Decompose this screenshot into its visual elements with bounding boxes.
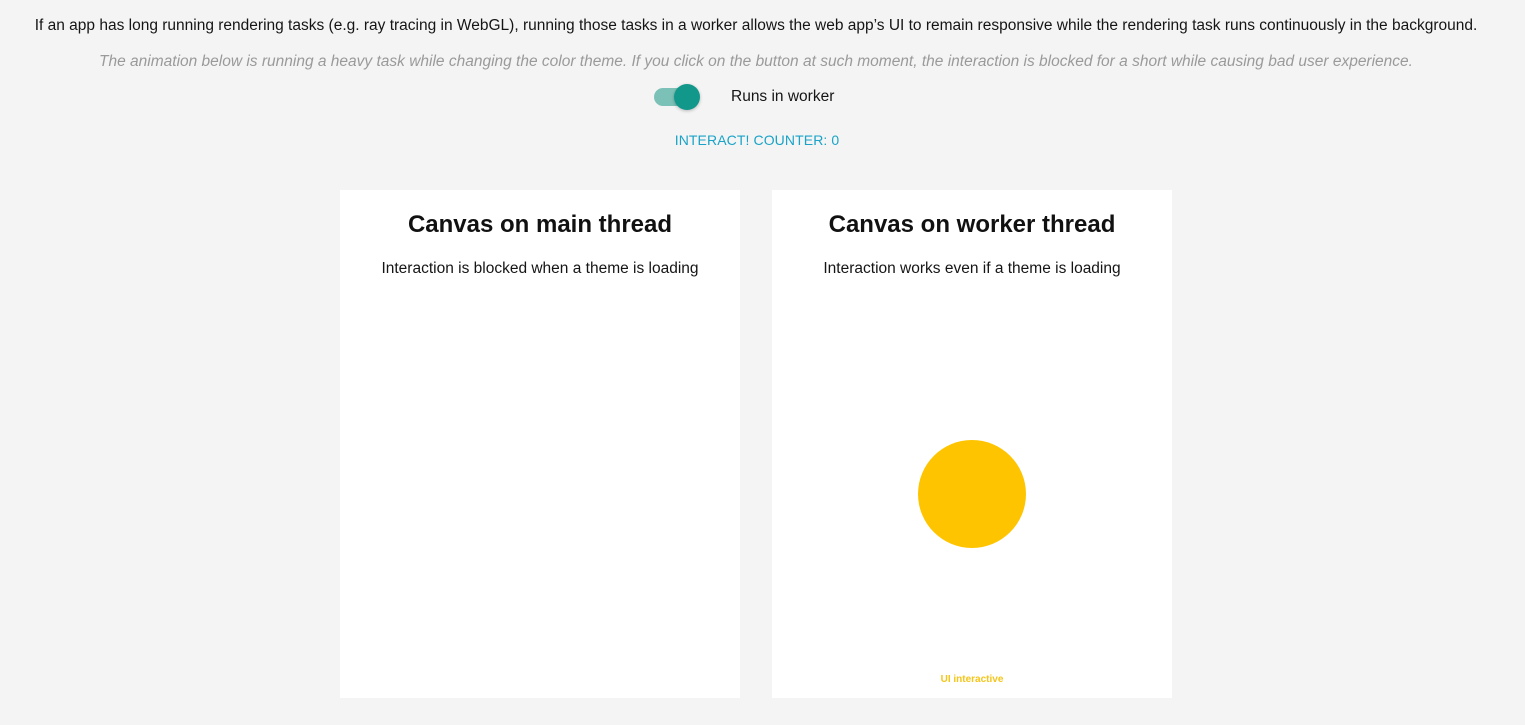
worker-card-description: Interaction works even if a theme is loa… [823,260,1121,277]
worker-toggle-label: Runs in worker [731,88,835,105]
main-thread-canvas [340,290,740,698]
worker-toggle-row: Runs in worker [652,83,834,111]
worker-toggle-switch[interactable] [652,83,702,111]
ui-status-text: UI interactive [940,674,1004,685]
worker-thread-card: Canvas on worker thread Interaction work… [772,190,1172,698]
intro-note: The animation below is running a heavy t… [99,53,1413,70]
main-thread-card: Canvas on main thread Interaction is blo… [340,190,740,698]
intro-text: If an app has long running rendering tas… [34,17,1478,34]
main-card-title: Canvas on main thread [407,211,673,238]
toggle-thumb[interactable] [674,84,700,110]
worker-thread-canvas: UI interactive [772,290,1172,698]
main-card-description: Interaction is blocked when a theme is l… [381,260,699,277]
interact-counter-button[interactable]: INTERACT! COUNTER: 0 [663,126,851,154]
animated-ball [918,440,1026,548]
worker-card-title: Canvas on worker thread [828,211,1116,238]
